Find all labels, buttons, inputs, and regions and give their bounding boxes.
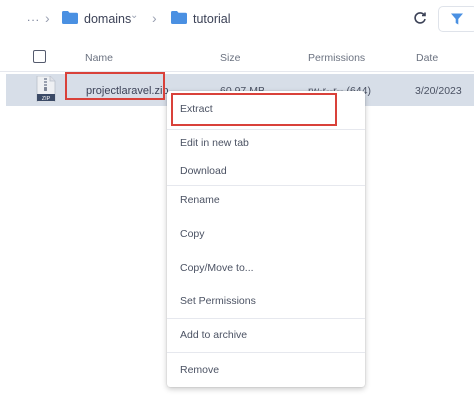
table-header: Name Size Permissions Date	[0, 42, 474, 72]
column-name[interactable]: Name	[85, 52, 113, 64]
breadcrumb-item-tutorial[interactable]: tutorial	[193, 12, 231, 26]
menu-item-copy-move-to[interactable]: Copy/Move to...	[167, 255, 365, 281]
filter-icon	[451, 13, 463, 25]
menu-item-remove[interactable]: Remove	[167, 357, 365, 383]
column-size[interactable]: Size	[220, 52, 240, 64]
column-permissions[interactable]: Permissions	[308, 52, 365, 64]
menu-divider	[167, 318, 365, 319]
chevron-down-icon[interactable]: ⌄	[130, 10, 138, 21]
menu-item-set-permissions[interactable]: Set Permissions	[167, 288, 365, 314]
breadcrumb-ellipsis[interactable]: ...	[27, 10, 40, 24]
highlight-file-name	[65, 72, 165, 100]
zip-file-icon: ZIP	[36, 76, 56, 102]
chevron-right-icon: ›	[45, 10, 50, 26]
column-date[interactable]: Date	[416, 52, 438, 64]
folder-icon	[171, 11, 187, 24]
select-all-checkbox[interactable]	[33, 50, 46, 63]
menu-divider	[167, 185, 365, 186]
menu-item-copy[interactable]: Copy	[167, 221, 365, 247]
breadcrumb: ... › domains ⌄ › tutorial	[0, 0, 474, 38]
file-date: 3/20/2023	[415, 85, 462, 97]
menu-item-edit-in-new-tab[interactable]: Edit in new tab	[167, 130, 365, 156]
chevron-right-icon: ›	[152, 10, 157, 26]
menu-item-download[interactable]: Download	[167, 158, 365, 184]
menu-divider	[167, 352, 365, 353]
zip-icon-label: ZIP	[42, 96, 51, 102]
breadcrumb-item-domains[interactable]: domains	[84, 12, 131, 26]
menu-item-rename[interactable]: Rename	[167, 187, 365, 213]
file-manager: ... › domains ⌄ › tutorial Name Size Per…	[0, 0, 474, 407]
menu-item-add-to-archive[interactable]: Add to archive	[167, 322, 365, 348]
refresh-icon[interactable]	[412, 10, 428, 26]
context-menu: Extract Edit in new tab Download Rename …	[167, 91, 365, 387]
folder-icon	[62, 11, 78, 24]
filter-button[interactable]	[438, 6, 474, 32]
highlight-extract	[171, 93, 337, 126]
